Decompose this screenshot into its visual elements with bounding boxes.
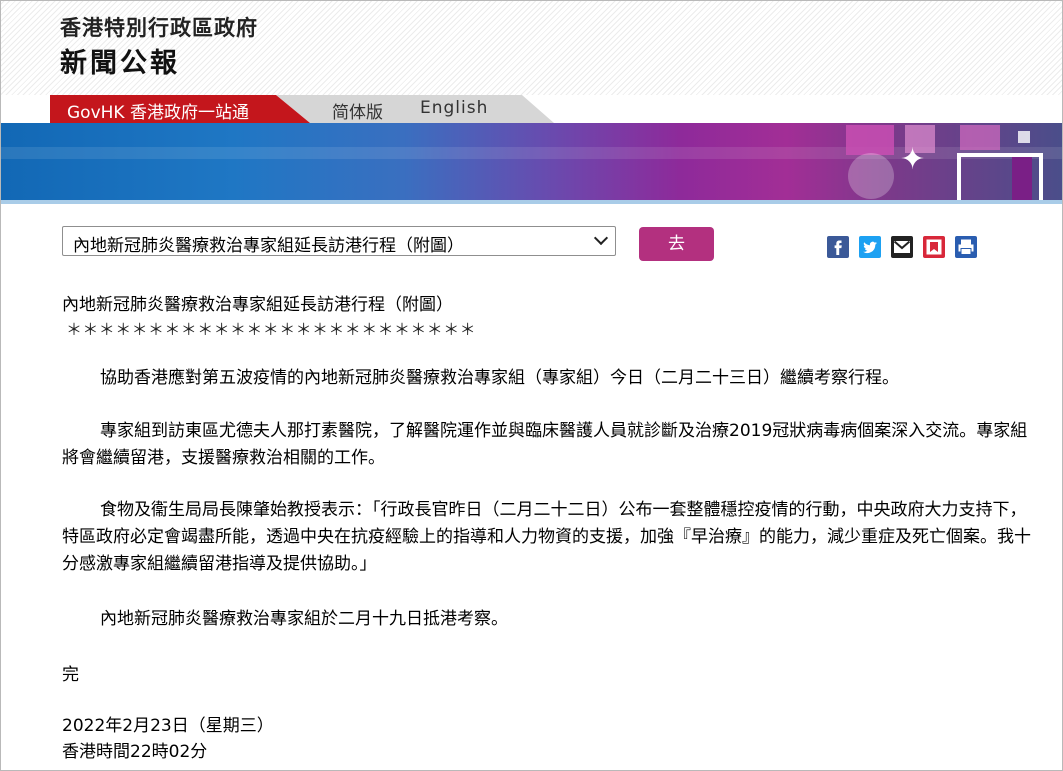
article-paragraph: 專家組到訪東區尤德夫人那打素醫院，了解醫院運作並與臨床醫護人員就診斷及治療201… — [62, 421, 1028, 468]
end-mark: 完 — [62, 665, 79, 685]
bookmark-icon[interactable] — [923, 236, 945, 258]
banner-decoration — [1018, 131, 1030, 143]
top-nav-bar: 简体版 English GovHK 香港政府一站通 — [0, 95, 1063, 123]
english-link[interactable]: English — [420, 98, 488, 118]
banner-strip — [0, 200, 1063, 204]
govhk-link-label: GovHK 香港政府一站通 — [67, 103, 249, 123]
article-paragraph: 內地新冠肺炎醫療救治專家組於二月十九日抵港考察。 — [100, 609, 508, 629]
article-select-dropdown[interactable]: 內地新冠肺炎醫療救治專家組延長訪港行程（附圖） — [62, 226, 616, 256]
govhk-link[interactable]: GovHK 香港政府一站通 — [50, 95, 310, 123]
article-paragraph: 協助香港應對第五波疫情的內地新冠肺炎醫療救治專家組（專家組）今日（二月二十三日）… — [100, 368, 899, 388]
header-banner: ✦ — [0, 123, 1063, 200]
article-title: 內地新冠肺炎醫療救治專家組延長訪港行程（附圖） — [62, 295, 453, 315]
article-select-value: 內地新冠肺炎醫療救治專家組延長訪港行程（附圖） — [73, 236, 464, 256]
government-name: 香港特別行政區政府 — [60, 16, 258, 40]
masthead: 香港特別行政區政府 新聞公報 — [0, 0, 1063, 95]
title-separator: ＊＊＊＊＊＊＊＊＊＊＊＊＊＊＊＊＊＊＊＊＊＊＊＊＊ — [66, 320, 477, 339]
go-button[interactable]: 去 — [639, 227, 714, 261]
publish-date: 2022年2月23日（星期三） — [62, 716, 274, 736]
press-releases-title[interactable]: 新聞公報 — [60, 41, 180, 80]
simplified-chinese-link[interactable]: 简体版 — [332, 98, 383, 123]
article-paragraph: 食物及衞生局局長陳肇始教授表示：「行政長官昨日（二月二十二日）公布一套整體穩控疫… — [62, 500, 1031, 574]
chevron-down-icon — [593, 230, 609, 246]
language-tabs: 简体版 English — [276, 95, 554, 123]
twitter-icon[interactable] — [859, 236, 881, 258]
publish-time: 香港時間22時02分 — [62, 742, 208, 762]
facebook-icon[interactable] — [827, 236, 849, 258]
email-icon[interactable] — [891, 236, 913, 258]
print-icon[interactable] — [955, 236, 977, 258]
banner-decoration — [960, 125, 1000, 150]
banner-decoration — [848, 153, 894, 199]
sparkle-icon: ✦ — [900, 142, 926, 177]
banner-decoration — [846, 125, 894, 155]
banner-decoration — [957, 153, 1043, 200]
